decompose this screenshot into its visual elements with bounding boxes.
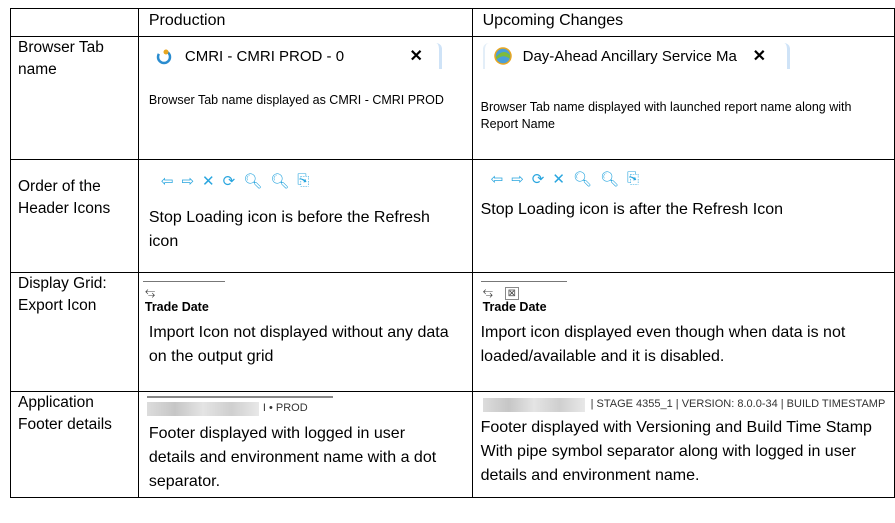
refresh-icon: ⟳ [222,173,236,190]
prod-footer-bar [146,396,333,398]
prod-grid-header: ⥃ Trade Date [142,281,225,314]
back-arrow-icon: ⇦ [490,171,504,188]
zoom-in-icon: 🔍︎ [572,171,592,188]
trade-date-label: Trade Date [482,300,547,314]
prod-header-icons: ⇦ ⇨ ✕ ⟳ 🔍︎ 🔍︎ ⎘ [161,172,309,190]
header-row: Production Upcoming Changes [10,8,895,37]
redacted-user-info [146,402,259,416]
back-arrow-icon: ⇦ [160,173,174,190]
upcoming-tab-description: Browser Tab name displayed with launched… [480,100,852,131]
stop-loading-icon: ✕ [202,173,215,190]
forward-arrow-icon: ⇨ [181,173,195,190]
header-empty-cell [10,8,139,37]
row-application-footer: Application Footer details I • PROD Foot… [10,391,895,498]
prod-footer-text: I • PROD [262,402,308,414]
upcoming-browser-tab: Day-Ahead Ancillary Service Ma ✕ [482,43,790,69]
zoom-out-icon: 🔍︎ [270,173,290,190]
upcoming-footer-description-line1: Footer displayed with Versioning and Bui… [480,419,872,436]
upcoming-footer-text: | STAGE 4355_1 | VERSION: 8.0.0-34 | BUI… [590,398,886,410]
forward-arrow-icon: ⇨ [511,171,524,188]
prod-tab-description: Browser Tab name displayed as CMRI - CMR… [148,93,444,107]
export-icon: ⎘ [627,170,640,187]
header-production: Production [137,8,473,37]
row-header-icons: Order of the Header Icons ⇦ ⇨ ✕ ⟳ 🔍︎ 🔍︎ … [10,159,895,273]
stop-loading-icon: ✕ [552,171,565,188]
row-display-grid: Display Grid: Export Icon ⥃ Trade Date I… [10,272,895,392]
row-browser-tab: Browser Tab name CMRI - CMRI PROD - 0 ✕ … [10,36,895,160]
row-label-footer: Application Footer details [18,394,112,433]
redacted-user-info [482,398,585,412]
prod-tab-title: CMRI - CMRI PROD - 0 [184,47,345,65]
prod-grid-description: Import Icon not displayed without any da… [148,324,449,365]
upcoming-grid-description: Import icon displayed even though when d… [480,324,846,365]
upcoming-grid-header: ⥃ ⊠ Trade Date [480,281,567,314]
upcoming-header-icons: ⇦ ⇨ ⟳ ✕ 🔍︎ 🔍︎ ⎘ [491,170,639,188]
close-icon: ✕ [752,48,767,65]
prod-footer-description: Footer displayed with logged in user det… [148,425,437,490]
cmri-app-icon [156,49,172,65]
prod-icons-description: Stop Loading icon is before the Refresh … [148,209,430,250]
upcoming-icons-description: Stop Loading icon is after the Refresh I… [480,201,784,218]
filter-icon: ⥃ [482,284,494,299]
upcoming-tab-title: Day-Ahead Ancillary Service Ma [522,47,737,65]
zoom-in-icon: 🔍︎ [243,173,263,190]
filter-icon: ⥃ [144,284,156,299]
row-label-browser-tab: Browser Tab name [18,39,104,78]
row-label-header-icons: Order of the Header Icons [18,178,111,217]
upcoming-footer-description-line2: With pipe symbol separator along with lo… [480,443,856,484]
refresh-icon: ⟳ [531,171,545,188]
upcoming-footer-description: Footer displayed with Versioning and Bui… [481,416,891,488]
close-icon: ✕ [409,48,423,65]
export-icon: ⎘ [297,172,310,189]
trade-date-label: Trade Date [144,300,209,314]
comparison-table: Production Upcoming Changes Browser Tab … [10,8,895,498]
header-upcoming-changes: Upcoming Changes [471,8,895,37]
excel-export-icon: ⊠ [504,287,520,300]
report-app-icon [493,47,512,65]
row-label-display-grid: Display Grid: Export Icon [18,275,107,314]
prod-browser-tab: CMRI - CMRI PROD - 0 ✕ [148,43,442,69]
zoom-out-icon: 🔍︎ [599,171,620,188]
